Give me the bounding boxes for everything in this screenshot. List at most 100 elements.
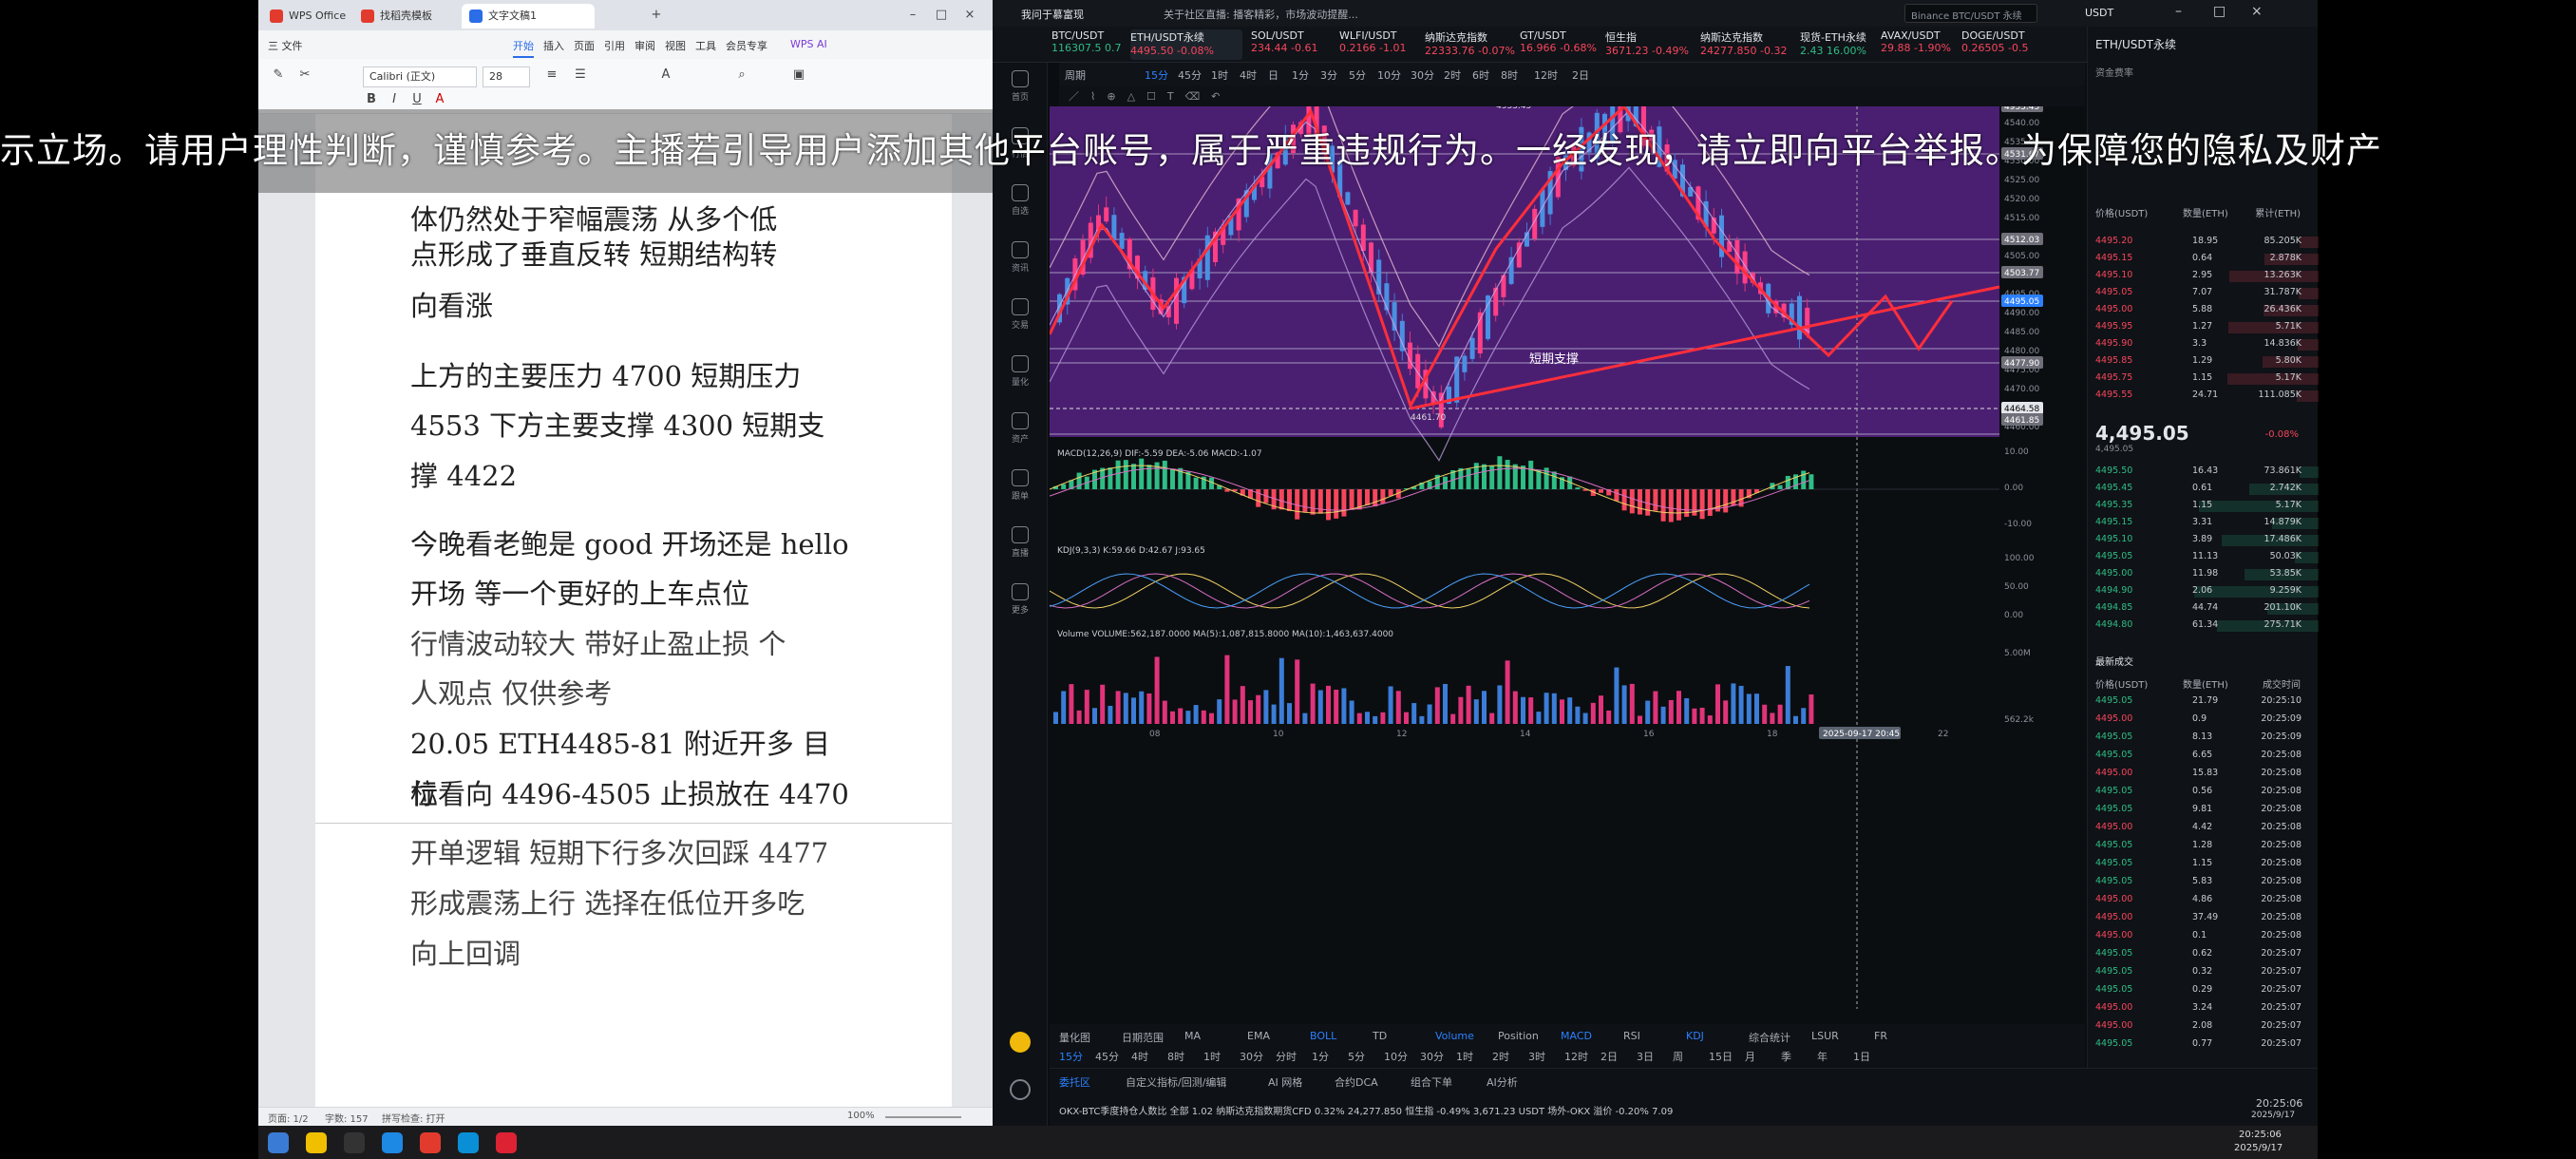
- tf-item[interactable]: 3分: [1320, 67, 1337, 83]
- tab-custom-indicator[interactable]: 自定义指标/回测/编辑: [1126, 1074, 1226, 1090]
- app-icon[interactable]: [344, 1132, 365, 1153]
- tf-item[interactable]: 10分: [1377, 67, 1401, 83]
- menu-tools[interactable]: 工具: [695, 38, 716, 53]
- image-icon[interactable]: ▣: [790, 66, 807, 84]
- start-icon[interactable]: [268, 1132, 289, 1153]
- zoom-slider[interactable]: [885, 1116, 961, 1118]
- maximize-icon[interactable]: □: [933, 7, 950, 24]
- tf-item[interactable]: 8时: [1501, 67, 1518, 83]
- trade-row[interactable]: 4495.00 0.9 20:25:09: [2088, 713, 2319, 727]
- tab-latest-trades[interactable]: 最新成交: [2095, 654, 2133, 668]
- indicator-toggle[interactable]: FR: [1874, 1030, 1887, 1042]
- indicator-toggle[interactable]: EMA: [1247, 1030, 1270, 1042]
- trade-row[interactable]: 4495.05 8.13 20:25:09: [2088, 732, 2319, 745]
- bottom-timeframe[interactable]: 15日: [1709, 1049, 1733, 1064]
- trade-row[interactable]: 4495.05 0.56 20:25:08: [2088, 786, 2319, 799]
- bottom-timeframe[interactable]: 15分: [1059, 1049, 1083, 1064]
- trade-row[interactable]: 4495.00 0.1 20:25:08: [2088, 930, 2319, 943]
- bottom-timeframe[interactable]: 5分: [1348, 1049, 1365, 1064]
- drawing-tools-icon[interactable]: ／⌇⊕△☐T⌫↶: [1069, 88, 1231, 104]
- bottom-timeframe[interactable]: 2时: [1492, 1049, 1509, 1064]
- bottom-timeframe[interactable]: 30分: [1240, 1049, 1263, 1064]
- ask-row[interactable]: 4495.75 1.15 5.17K: [2088, 372, 2319, 386]
- align-icon[interactable]: ≡: [543, 66, 560, 84]
- nav-live[interactable]: 直播: [993, 526, 1048, 559]
- ask-row[interactable]: 4495.55 24.71 111.085K: [2088, 390, 2319, 403]
- kline-chart-area[interactable]: 短期支撑 4953.45 4461.70 4540.00 4535.00 4530.00 4…: [1048, 52, 2085, 1009]
- indicator-toggle[interactable]: 综合统计: [1749, 1030, 1790, 1045]
- ask-row[interactable]: 4495.85 1.29 5.80K: [2088, 355, 2319, 369]
- bottom-timeframe[interactable]: 1时: [1456, 1049, 1473, 1064]
- font-size-select[interactable]: 28: [483, 66, 530, 87]
- tf-item[interactable]: 6时: [1472, 67, 1489, 83]
- tf-item[interactable]: 2时: [1444, 67, 1461, 83]
- bid-row[interactable]: 4495.35 1.15 5.17K: [2088, 500, 2319, 513]
- style-icon[interactable]: A: [657, 66, 674, 84]
- search-input[interactable]: Binance BTC/USDT 永续: [1904, 4, 2037, 23]
- bid-row[interactable]: 4495.50 16.43 73.861K: [2088, 466, 2319, 479]
- indicator-toggle[interactable]: RSI: [1623, 1030, 1640, 1042]
- tab-ai-analysis[interactable]: AI分析: [1487, 1074, 1518, 1090]
- ticker-item[interactable]: DOGE/USDT 0.26505 -0.5: [1961, 29, 2074, 60]
- trade-row[interactable]: 4495.00 37.49 20:25:08: [2088, 912, 2319, 925]
- bottom-timeframe[interactable]: 3日: [1637, 1049, 1654, 1064]
- menu-reference[interactable]: 引用: [604, 38, 625, 53]
- vip-icon[interactable]: [1010, 1032, 1031, 1053]
- nav-more[interactable]: 更多: [993, 583, 1048, 616]
- menu-home[interactable]: 开始: [513, 38, 534, 58]
- nav-watchlist[interactable]: 自选: [993, 184, 1048, 217]
- tf-item[interactable]: 5分: [1349, 67, 1366, 83]
- menu-member[interactable]: 会员专享: [726, 38, 767, 53]
- trade-row[interactable]: 4495.05 0.32 20:25:07: [2088, 966, 2319, 979]
- font-color-icon[interactable]: A: [431, 91, 448, 108]
- close-icon[interactable]: ×: [2251, 4, 2263, 19]
- indicator-toggle[interactable]: MA: [1184, 1030, 1201, 1042]
- trade-row[interactable]: 4495.00 4.42 20:25:08: [2088, 822, 2319, 835]
- bottom-timeframe[interactable]: 1时: [1203, 1049, 1221, 1064]
- account-currency[interactable]: USDT: [2085, 7, 2113, 19]
- bottom-timeframe[interactable]: 45分: [1095, 1049, 1119, 1064]
- edge-icon[interactable]: [458, 1132, 479, 1153]
- app-icon[interactable]: [306, 1132, 327, 1153]
- nav-news[interactable]: 资讯: [993, 241, 1048, 274]
- indicator-toggle[interactable]: 日期范围: [1122, 1030, 1164, 1045]
- minimize-icon[interactable]: –: [904, 7, 921, 24]
- ask-row[interactable]: 4495.15 0.64 2.878K: [2088, 253, 2319, 266]
- indicator-toggle[interactable]: TD: [1373, 1030, 1387, 1042]
- bottom-timeframe[interactable]: 1日: [1853, 1049, 1870, 1064]
- menu-review[interactable]: 审阅: [635, 38, 655, 53]
- bottom-timeframe[interactable]: 2日: [1601, 1049, 1618, 1064]
- trade-row[interactable]: 4495.00 2.08 20:25:07: [2088, 1020, 2319, 1034]
- new-tab-icon[interactable]: +: [648, 7, 665, 24]
- font-name-select[interactable]: Calibri (正文): [363, 66, 477, 87]
- app-icon[interactable]: [382, 1132, 403, 1153]
- trade-row[interactable]: 4495.05 1.15 20:25:08: [2088, 858, 2319, 871]
- nav-quant[interactable]: 量化: [993, 355, 1048, 388]
- tf-item[interactable]: 2日: [1572, 67, 1589, 83]
- menu-layout[interactable]: 页面: [574, 38, 595, 53]
- tab-ai-grid[interactable]: AI 网格: [1268, 1074, 1302, 1090]
- trade-row[interactable]: 4495.00 15.83 20:25:08: [2088, 768, 2319, 781]
- bottom-timeframe[interactable]: 月: [1745, 1049, 1755, 1064]
- bid-row[interactable]: 4494.90 2.06 9.259K: [2088, 585, 2319, 598]
- indicator-toggle[interactable]: Position: [1498, 1030, 1539, 1042]
- ticker-item[interactable]: ETH/USDT永续 4495.50 -0.08%: [1130, 29, 1242, 60]
- indicator-toggle[interactable]: 量化图: [1059, 1030, 1090, 1045]
- trade-row[interactable]: 4495.05 9.81 20:25:08: [2088, 804, 2319, 817]
- tf-item[interactable]: 4时: [1240, 67, 1257, 83]
- bottom-timeframe[interactable]: 季: [1781, 1049, 1791, 1064]
- bold-icon[interactable]: B: [363, 91, 380, 108]
- bottom-timeframe[interactable]: 3时: [1528, 1049, 1545, 1064]
- tf-label[interactable]: 周期: [1065, 67, 1086, 83]
- ask-row[interactable]: 4495.10 2.95 13.263K: [2088, 270, 2319, 283]
- list-icon[interactable]: ☰: [572, 66, 589, 84]
- indicator-toggle[interactable]: KDJ: [1686, 1030, 1704, 1042]
- maximize-icon[interactable]: □: [2213, 4, 2226, 19]
- bottom-timeframe[interactable]: 4时: [1131, 1049, 1148, 1064]
- tab-combo-order[interactable]: 组合下单: [1411, 1074, 1452, 1090]
- zoom-level[interactable]: 100%: [847, 1111, 875, 1121]
- bottom-timeframe[interactable]: 12时: [1564, 1049, 1588, 1064]
- indicator-toggle[interactable]: MACD: [1561, 1030, 1592, 1042]
- trade-row[interactable]: 4495.05 6.65 20:25:08: [2088, 750, 2319, 763]
- ask-row[interactable]: 4495.90 3.3 14.836K: [2088, 338, 2319, 352]
